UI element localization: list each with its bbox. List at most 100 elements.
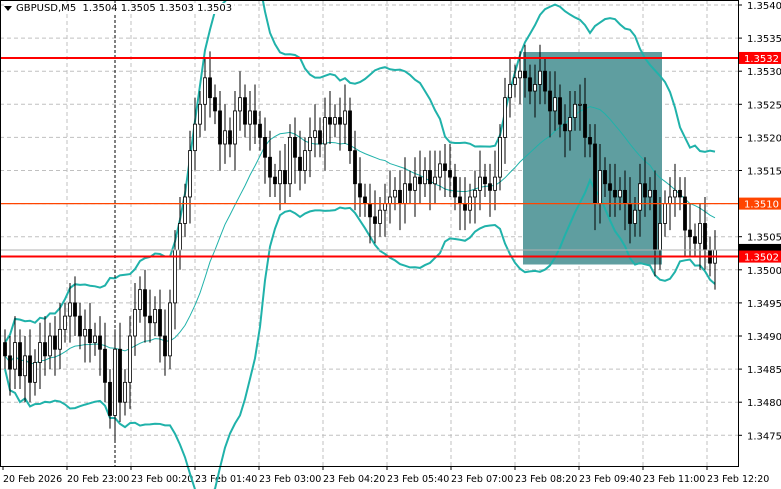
candle (323, 97, 327, 171)
candle (218, 91, 222, 171)
candle-body (398, 189, 402, 205)
candle-body (678, 189, 682, 198)
candle (313, 104, 317, 158)
candle-body (18, 342, 22, 377)
y-tick-label: 1.3495 (747, 299, 781, 310)
candle-body (698, 223, 702, 244)
candle (678, 177, 682, 211)
candle (438, 150, 442, 191)
candle (253, 84, 257, 145)
candle-body (63, 315, 67, 330)
candle-body (318, 130, 322, 145)
candle-body (283, 170, 287, 185)
candle-body (523, 70, 527, 79)
candle-body (593, 143, 597, 205)
candle (413, 157, 417, 217)
candle (153, 296, 157, 336)
candle (228, 117, 232, 158)
candle-body (383, 203, 387, 211)
candle (703, 196, 707, 270)
x-tick-label: 23 Feb 08:20 (515, 474, 577, 485)
candle-body (688, 229, 692, 238)
candle-body (638, 183, 642, 211)
candle-body (193, 123, 197, 152)
candle (263, 117, 267, 184)
candle-body (53, 335, 57, 350)
candle (48, 322, 52, 370)
y-tick-label: 1.3515 (747, 167, 781, 178)
collapse-triangle-icon[interactable] (4, 5, 12, 11)
candle-body (323, 117, 327, 145)
x-tick-label: 23 Feb 00:20 (131, 474, 193, 485)
candle-body (443, 163, 447, 171)
candle (273, 163, 277, 197)
candle-body (348, 110, 352, 152)
candle (698, 203, 702, 270)
candle (13, 316, 17, 389)
candle (358, 157, 362, 217)
candle-body (268, 156, 272, 178)
candle-body (503, 97, 507, 138)
candle (53, 316, 57, 376)
candle-body (48, 335, 52, 357)
candle (333, 104, 337, 138)
candle (388, 170, 392, 224)
candle-body (188, 150, 192, 198)
candle (688, 203, 692, 257)
candle (508, 57, 512, 118)
candle-body (273, 176, 277, 185)
candle-body (433, 176, 437, 185)
candle (108, 369, 112, 429)
candle (403, 157, 407, 224)
candle-body (663, 203, 667, 224)
candle (33, 349, 37, 396)
y-tick-label: 1.3475 (747, 431, 781, 442)
candle (28, 329, 32, 403)
candle-body (628, 203, 632, 224)
candle-body (493, 176, 497, 191)
candle-body (693, 236, 697, 244)
candle (713, 230, 717, 290)
candle-body (658, 223, 662, 251)
candle-body (58, 328, 62, 350)
candle (113, 329, 117, 442)
y-tick-label: 1.3530 (747, 67, 781, 78)
candle (88, 302, 92, 363)
candle (23, 336, 27, 403)
candle-body (238, 97, 242, 112)
candle-body (243, 97, 247, 125)
candle (673, 163, 677, 217)
y-tick-label: 1.3485 (747, 365, 781, 376)
chart-window[interactable]: 1.3540 1.3535 1.3530 1.3525 1.3520 1.3515 1.35… (0, 0, 781, 489)
candle-body (548, 90, 552, 112)
candle-body (288, 136, 292, 185)
candle-body (218, 110, 222, 145)
candle (98, 316, 102, 376)
candle-body (73, 302, 77, 317)
candle-body (263, 136, 267, 158)
candle-body (528, 77, 532, 92)
y-tick-label: 1.3535 (747, 34, 781, 45)
candle-body (498, 136, 502, 178)
candle-body (673, 189, 677, 198)
candle-body (608, 183, 612, 191)
candle-body (163, 335, 167, 357)
candle (338, 97, 342, 151)
candle-body (648, 189, 652, 198)
candle-body (653, 189, 657, 251)
level-price-label: 1.3532 (744, 54, 779, 65)
candle (363, 183, 367, 217)
price-chart[interactable]: 1.3540 1.3535 1.3530 1.3525 1.3520 1.3515 1.35… (0, 0, 781, 489)
level-price-label: 1.3502 (744, 253, 779, 264)
candle (213, 84, 217, 125)
candle-body (518, 70, 522, 79)
candle-body (508, 84, 512, 99)
candle (488, 163, 492, 217)
candle-body (313, 130, 317, 138)
candle-body (128, 335, 132, 383)
candle-body (418, 176, 422, 185)
candle-body (133, 309, 137, 337)
candle-body (148, 315, 152, 324)
candle-body (138, 289, 142, 310)
candle-body (458, 196, 462, 204)
